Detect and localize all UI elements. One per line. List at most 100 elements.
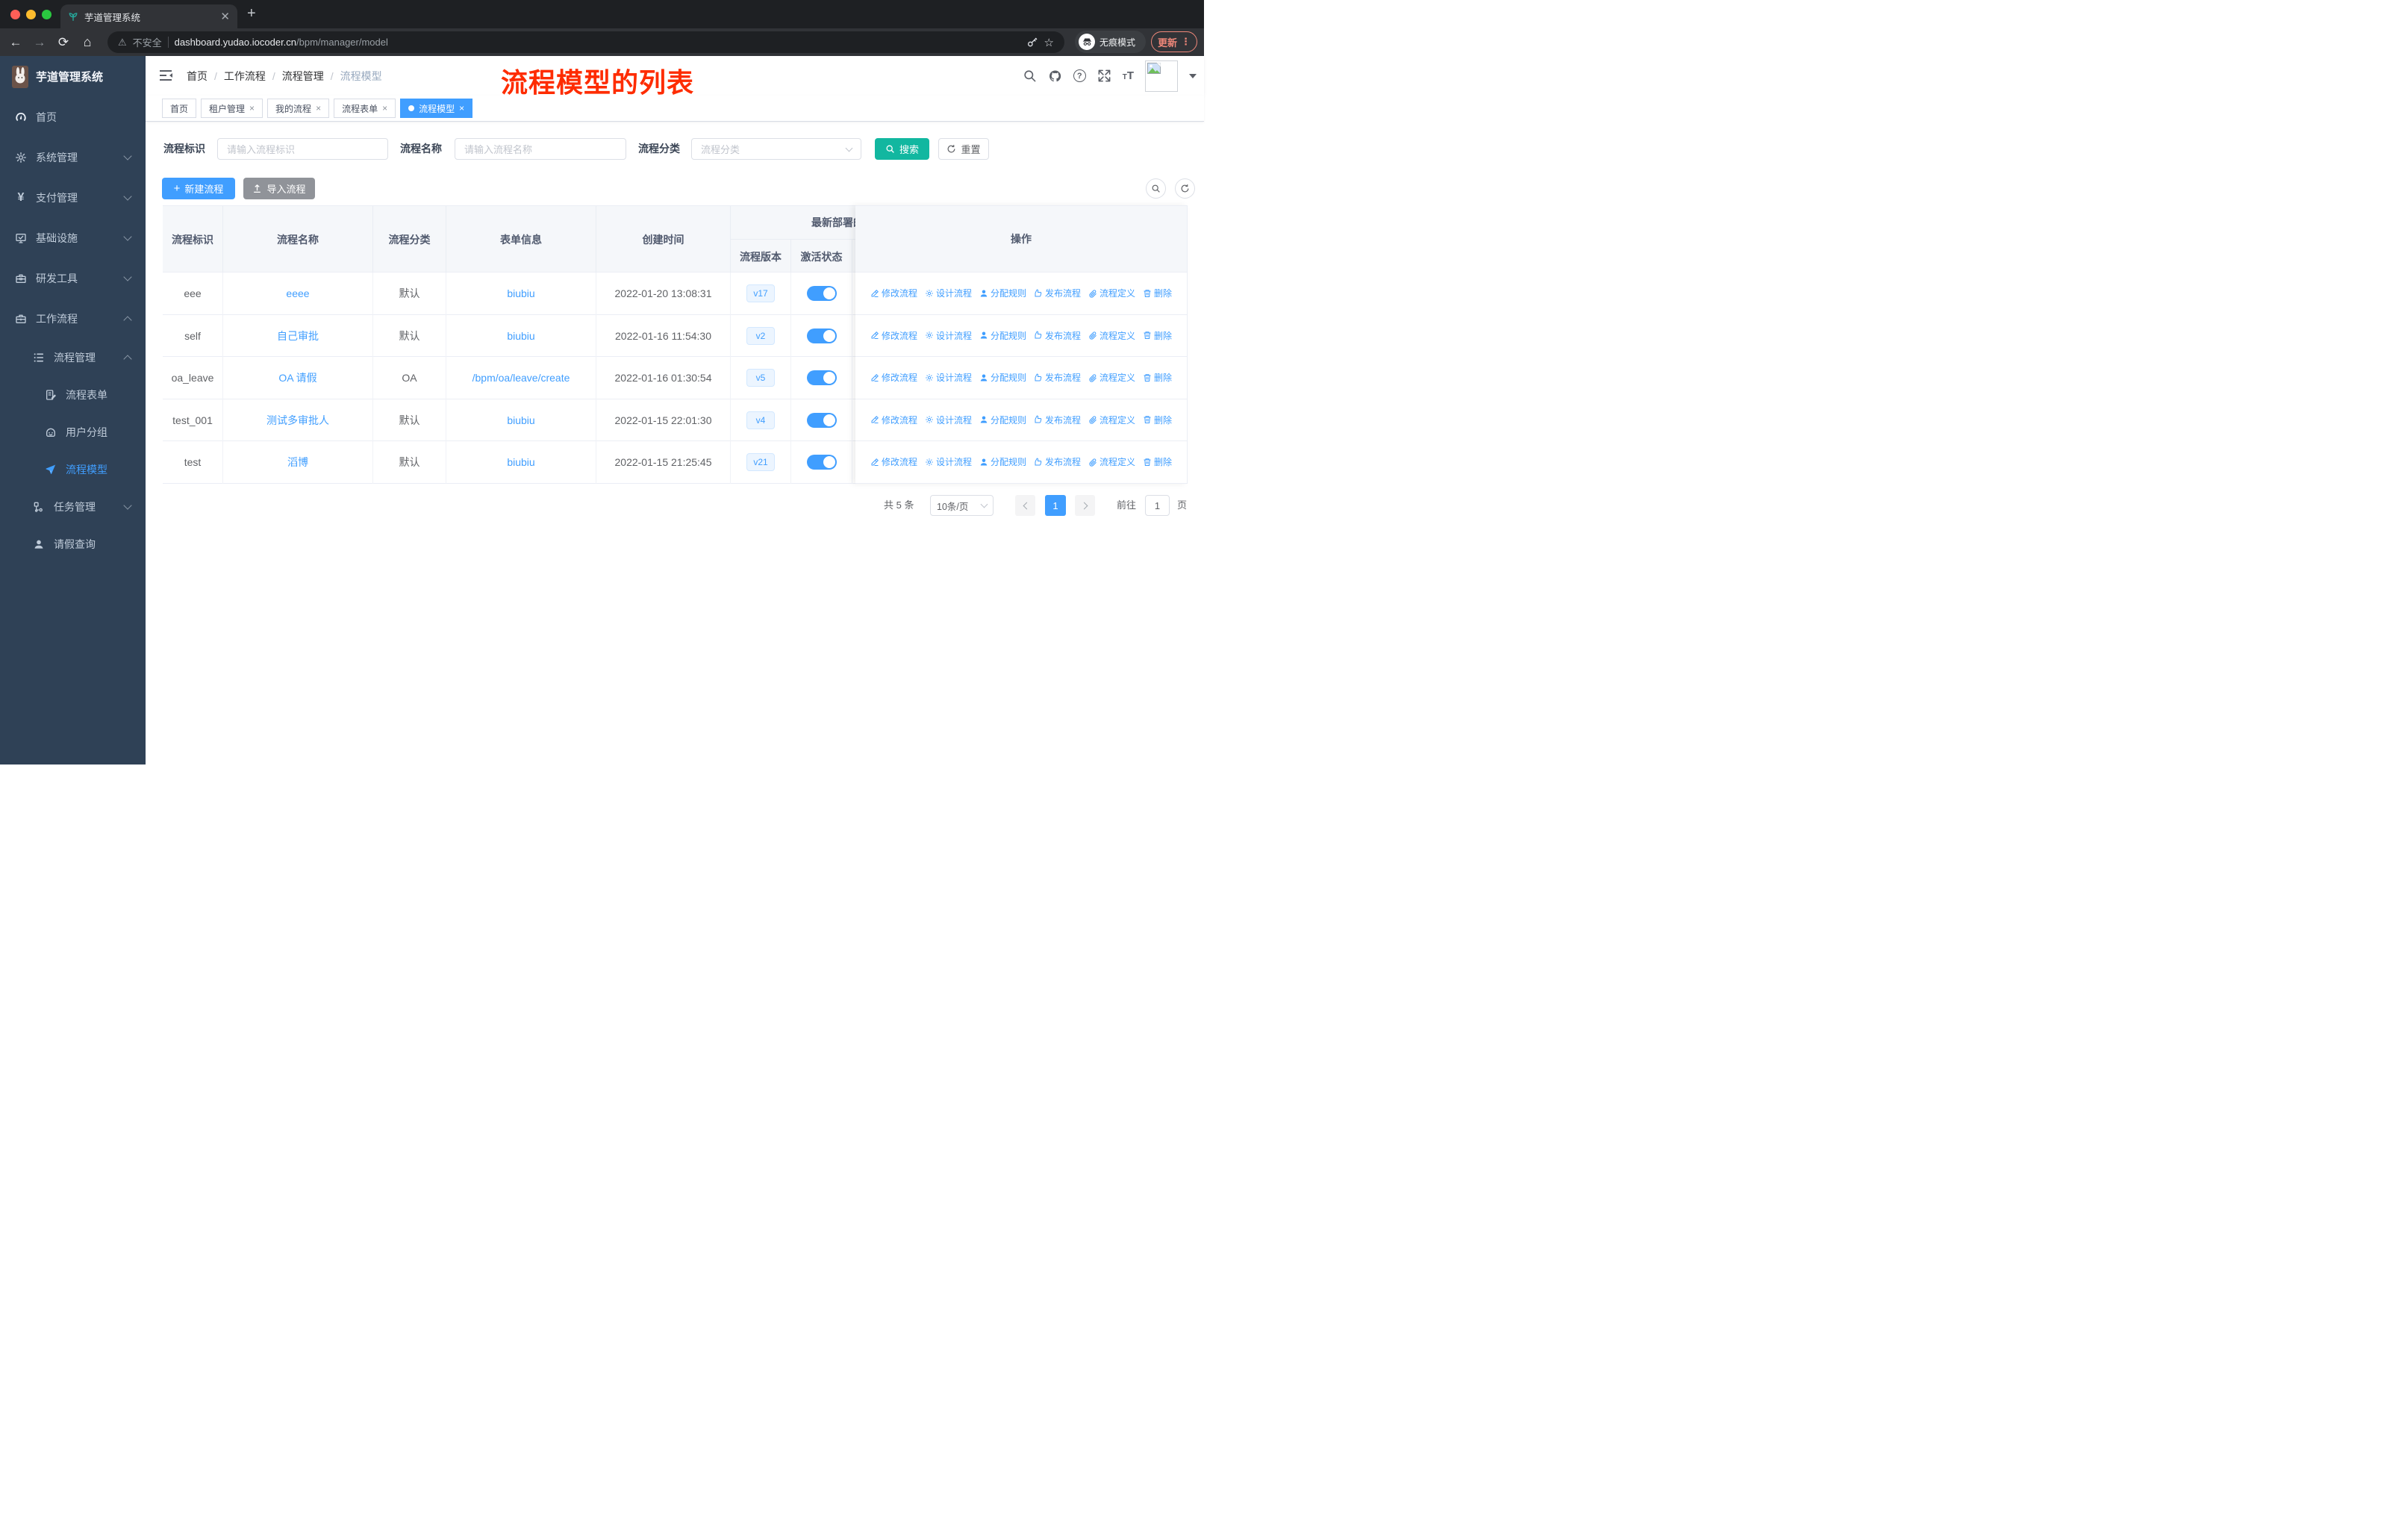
model-name-link[interactable]: 自己审批 bbox=[277, 328, 319, 343]
action-definition-link[interactable]: 流程定义 bbox=[1088, 287, 1135, 299]
current-page-button[interactable]: 1 bbox=[1045, 495, 1066, 516]
sidebar-item-11[interactable]: 请假查询 bbox=[0, 526, 146, 563]
form-link[interactable]: /bpm/oa/leave/create bbox=[472, 372, 570, 384]
form-link[interactable]: biubiu bbox=[507, 330, 534, 342]
tag-0[interactable]: 首页 bbox=[162, 99, 197, 118]
action-design-link[interactable]: 设计流程 bbox=[925, 287, 972, 299]
browser-menu-icon[interactable]: ⋮ bbox=[1181, 36, 1191, 48]
active-toggle[interactable] bbox=[806, 286, 837, 302]
user-avatar[interactable] bbox=[1145, 60, 1178, 92]
close-window-button[interactable] bbox=[10, 10, 20, 19]
action-assign-user-link[interactable]: 分配规则 bbox=[979, 287, 1026, 299]
action-trash-link[interactable]: 删除 bbox=[1143, 455, 1172, 468]
form-link[interactable]: biubiu bbox=[507, 414, 534, 426]
import-model-button[interactable]: 导入流程 bbox=[243, 178, 315, 199]
sidebar-item-0[interactable]: 首页 bbox=[0, 97, 146, 137]
sidebar-item-2[interactable]: ¥ 支付管理 bbox=[0, 178, 146, 218]
reset-button[interactable]: 重置 bbox=[938, 138, 989, 160]
action-deploy-link[interactable]: 发布流程 bbox=[1034, 414, 1081, 426]
action-design-link[interactable]: 设计流程 bbox=[925, 329, 972, 342]
tag-4[interactable]: 流程模型 × bbox=[400, 99, 473, 118]
sidebar-item-8[interactable]: 用户分组 bbox=[0, 414, 146, 451]
goto-page-input[interactable]: 1 bbox=[1145, 495, 1170, 516]
logo-row[interactable]: 芋道管理系统 bbox=[0, 56, 146, 97]
tag-close-icon[interactable]: × bbox=[316, 103, 321, 113]
sidebar-item-7[interactable]: 流程表单 bbox=[0, 376, 146, 414]
tag-close-icon[interactable]: × bbox=[459, 103, 464, 113]
home-button[interactable]: ⌂ bbox=[78, 28, 97, 56]
breadcrumb-item-2[interactable]: 流程管理 bbox=[282, 69, 324, 84]
model-name-link[interactable]: 测试多审批人 bbox=[266, 413, 329, 428]
sidebar-item-9[interactable]: 流程模型 bbox=[0, 451, 146, 488]
sidebar-item-10[interactable]: 任务管理 bbox=[0, 488, 146, 526]
url-bar[interactable]: ⚠ 不安全 dashboard.yudao.iocoder.cn/bpm/man… bbox=[107, 31, 1064, 53]
action-trash-link[interactable]: 删除 bbox=[1143, 329, 1172, 342]
help-icon[interactable]: ? bbox=[1073, 69, 1086, 82]
action-deploy-link[interactable]: 发布流程 bbox=[1034, 287, 1081, 299]
maximize-window-button[interactable] bbox=[42, 10, 52, 19]
github-icon[interactable] bbox=[1048, 69, 1062, 83]
tab-close-icon[interactable]: ✕ bbox=[220, 11, 230, 22]
action-design-link[interactable]: 设计流程 bbox=[925, 371, 972, 384]
action-edit-link[interactable]: 修改流程 bbox=[870, 414, 917, 426]
action-assign-user-link[interactable]: 分配规则 bbox=[979, 371, 1026, 384]
reload-button[interactable]: ⟳ bbox=[54, 28, 73, 56]
browser-update-button[interactable]: 更新 ⋮ bbox=[1151, 31, 1197, 52]
sidebar-item-4[interactable]: 研发工具 bbox=[0, 258, 146, 299]
search-button[interactable]: 搜索 bbox=[875, 138, 929, 160]
sidebar-item-5[interactable]: 工作流程 bbox=[0, 299, 146, 339]
breadcrumb-item-3[interactable]: 流程模型 bbox=[340, 69, 382, 84]
action-definition-link[interactable]: 流程定义 bbox=[1088, 455, 1135, 468]
model-name-link[interactable]: OA 请假 bbox=[278, 370, 316, 385]
back-button[interactable]: ← bbox=[6, 28, 25, 56]
tag-2[interactable]: 我的流程 × bbox=[267, 99, 330, 118]
action-definition-link[interactable]: 流程定义 bbox=[1088, 414, 1135, 426]
action-edit-link[interactable]: 修改流程 bbox=[870, 455, 917, 468]
filter-id-input[interactable]: 请输入流程标识 bbox=[217, 138, 388, 160]
action-edit-link[interactable]: 修改流程 bbox=[870, 287, 917, 299]
show-search-button[interactable] bbox=[1146, 178, 1166, 199]
active-toggle[interactable] bbox=[806, 412, 837, 428]
create-model-button[interactable]: + 新建流程 bbox=[162, 178, 235, 199]
action-assign-user-link[interactable]: 分配规则 bbox=[979, 455, 1026, 468]
action-edit-link[interactable]: 修改流程 bbox=[870, 371, 917, 384]
action-trash-link[interactable]: 删除 bbox=[1143, 371, 1172, 384]
refresh-table-button[interactable] bbox=[1175, 178, 1195, 199]
active-toggle[interactable] bbox=[806, 455, 837, 470]
action-deploy-link[interactable]: 发布流程 bbox=[1034, 455, 1081, 468]
breadcrumb-item-1[interactable]: 工作流程 bbox=[224, 69, 266, 84]
tag-close-icon[interactable]: × bbox=[382, 103, 387, 113]
breadcrumb-item-0[interactable]: 首页 bbox=[187, 69, 208, 84]
action-definition-link[interactable]: 流程定义 bbox=[1088, 329, 1135, 342]
form-link[interactable]: biubiu bbox=[507, 287, 534, 299]
new-tab-button[interactable]: + bbox=[247, 5, 256, 22]
font-size-icon[interactable]: TT bbox=[1123, 69, 1134, 82]
model-name-link[interactable]: 滔博 bbox=[287, 455, 308, 470]
action-assign-user-link[interactable]: 分配规则 bbox=[979, 329, 1026, 342]
filter-category-select[interactable]: 流程分类 bbox=[691, 138, 861, 160]
minimize-window-button[interactable] bbox=[26, 10, 36, 19]
avatar-caret-icon[interactable] bbox=[1189, 73, 1197, 78]
action-definition-link[interactable]: 流程定义 bbox=[1088, 371, 1135, 384]
action-trash-link[interactable]: 删除 bbox=[1143, 287, 1172, 299]
tag-1[interactable]: 租户管理 × bbox=[201, 99, 263, 118]
action-deploy-link[interactable]: 发布流程 bbox=[1034, 371, 1081, 384]
action-edit-link[interactable]: 修改流程 bbox=[870, 329, 917, 342]
search-icon[interactable] bbox=[1023, 69, 1037, 83]
key-icon[interactable] bbox=[1026, 37, 1038, 49]
next-page-button[interactable] bbox=[1075, 495, 1095, 516]
model-name-link[interactable]: eeee bbox=[286, 287, 309, 299]
security-label[interactable]: 不安全 bbox=[133, 35, 162, 49]
tag-close-icon[interactable]: × bbox=[249, 103, 255, 113]
action-design-link[interactable]: 设计流程 bbox=[925, 455, 972, 468]
action-trash-link[interactable]: 删除 bbox=[1143, 414, 1172, 426]
browser-tab[interactable]: 芋道管理系统 ✕ bbox=[60, 4, 237, 28]
bookmark-star-icon[interactable]: ☆ bbox=[1044, 36, 1054, 49]
action-assign-user-link[interactable]: 分配规则 bbox=[979, 414, 1026, 426]
page-size-select[interactable]: 10条/页 bbox=[930, 495, 994, 516]
action-design-link[interactable]: 设计流程 bbox=[925, 414, 972, 426]
tag-3[interactable]: 流程表单 × bbox=[334, 99, 396, 118]
form-link[interactable]: biubiu bbox=[507, 456, 534, 468]
action-deploy-link[interactable]: 发布流程 bbox=[1034, 329, 1081, 342]
sidebar-item-6[interactable]: 流程管理 bbox=[0, 339, 146, 376]
